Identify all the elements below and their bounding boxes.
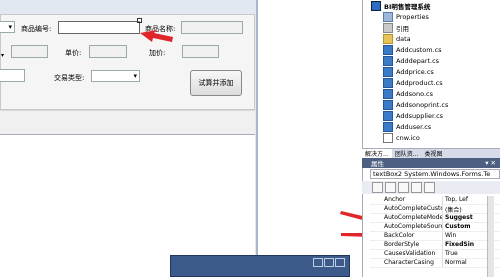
property-name: BackColor	[384, 232, 415, 239]
property-row[interactable]: CausesValidation True	[370, 250, 500, 260]
property-name: CausesValidation	[384, 250, 436, 257]
minimize-icon[interactable]	[313, 258, 323, 267]
tree-item-label: Adddepart.cs	[396, 56, 440, 65]
tab-label: 团队资...	[394, 151, 419, 158]
close-icon[interactable]	[335, 258, 345, 267]
property-row[interactable]: BackColor Win	[370, 232, 500, 242]
cs-file-icon	[383, 77, 393, 88]
tree-project[interactable]: BI明售管理系统	[371, 0, 430, 11]
tree-item-label: Addprice.cs	[396, 67, 434, 76]
cs-file-icon	[383, 88, 393, 99]
property-name: AutoCompleteSource	[384, 223, 442, 230]
properties-toolbar	[362, 181, 500, 194]
tree-item-label: Addsupplier.cs	[396, 111, 444, 120]
tree-item[interactable]: cnw.ico	[383, 132, 420, 143]
cs-file-icon	[383, 66, 393, 77]
project-name: BI明售管理系统	[384, 2, 431, 11]
tree-item-label: Addproduct.cs	[396, 78, 443, 87]
property-name: Anchor	[384, 196, 406, 203]
floating-window	[170, 255, 350, 277]
tree-item[interactable]: Addproduct.cs	[383, 77, 443, 88]
maximize-icon[interactable]	[324, 258, 334, 267]
tree-item[interactable]: Adduser.cs	[383, 121, 431, 132]
cs-file-icon	[383, 121, 393, 132]
cs-file-icon	[383, 99, 393, 110]
properties-titlebar: 属性 ▾ ✕	[362, 158, 500, 168]
tree-item-label: data	[396, 34, 411, 43]
tree-item-label: 引用	[396, 24, 409, 33]
property-row[interactable]: Anchor Top, Lef	[370, 196, 500, 206]
tab-solution-explorer[interactable]: 解决方...	[362, 148, 392, 159]
property-name: AutoCompleteMode	[384, 214, 442, 221]
property-row[interactable]: AutoCompleteMode Suggest	[370, 214, 500, 224]
categorized-icon[interactable]	[372, 182, 383, 193]
tree-item[interactable]: data	[383, 33, 411, 44]
tab-team-explorer[interactable]: 团队资...	[392, 149, 422, 159]
explorer-tabs: 解决方... 团队资... 类视图	[362, 148, 500, 159]
folder-icon	[383, 33, 393, 44]
property-row[interactable]: AutoCompleteSource Custom	[370, 223, 500, 233]
tree-item-label: Addsono.cs	[396, 89, 433, 98]
property-pages-icon[interactable]	[424, 182, 435, 193]
tree-item[interactable]: Addprice.cs	[383, 66, 434, 77]
selected-object-name: textBox2 System.Windows.Forms.Te	[373, 170, 491, 178]
property-row[interactable]: BorderStyle FixedSin	[370, 241, 500, 251]
tree-item-label: cnw.ico	[396, 133, 420, 142]
alphabetical-icon[interactable]	[385, 182, 396, 193]
project-icon	[371, 0, 381, 11]
solution-explorer: BI明售管理系统 Properties 引用 data Addcustom.cs…	[362, 0, 500, 148]
tab-class-view[interactable]: 类视图	[421, 149, 445, 159]
tree-item[interactable]: Addsupplier.cs	[383, 110, 443, 121]
properties-icon	[383, 11, 393, 22]
cs-file-icon	[383, 44, 393, 55]
property-name: CharacterCasing	[384, 259, 434, 266]
tab-label: 类视图	[424, 151, 443, 158]
references-icon	[383, 22, 393, 33]
properties-object-selector[interactable]: textBox2 System.Windows.Forms.Te	[370, 169, 500, 179]
tree-item[interactable]: Addcustom.cs	[383, 44, 442, 55]
tree-item[interactable]: 引用	[383, 22, 409, 33]
tree-item-label: Adduser.cs	[396, 122, 432, 131]
tree-item[interactable]: Adddepart.cs	[383, 55, 439, 66]
property-name: AutoCompleteCustomSo	[384, 205, 442, 212]
tree-item[interactable]: Addsono.cs	[383, 88, 433, 99]
tab-label: 解决方...	[365, 151, 389, 158]
cs-file-icon	[383, 110, 393, 121]
cs-file-icon	[383, 55, 393, 66]
property-row[interactable]: CharacterCasing Normal	[370, 259, 500, 269]
tree-item-label: Addcustom.cs	[396, 45, 442, 54]
properties-icon[interactable]	[398, 182, 409, 193]
properties-scrollbar[interactable]	[487, 196, 494, 277]
property-name: BorderStyle	[384, 241, 420, 248]
ico-file-icon	[383, 132, 393, 143]
tree-item[interactable]: Properties	[383, 11, 429, 22]
tree-item-label: Addsonoprint.cs	[396, 100, 449, 109]
pin-icon[interactable]: ▾ ✕	[485, 159, 496, 167]
red-arrow-icon	[140, 30, 173, 42]
property-row[interactable]: AutoCompleteCustomSo(集合)	[370, 205, 500, 215]
tree-item-label: Properties	[396, 12, 429, 21]
properties-title: 属性	[371, 160, 384, 168]
tree-item[interactable]: Addsonoprint.cs	[383, 99, 448, 110]
events-icon[interactable]	[411, 182, 422, 193]
